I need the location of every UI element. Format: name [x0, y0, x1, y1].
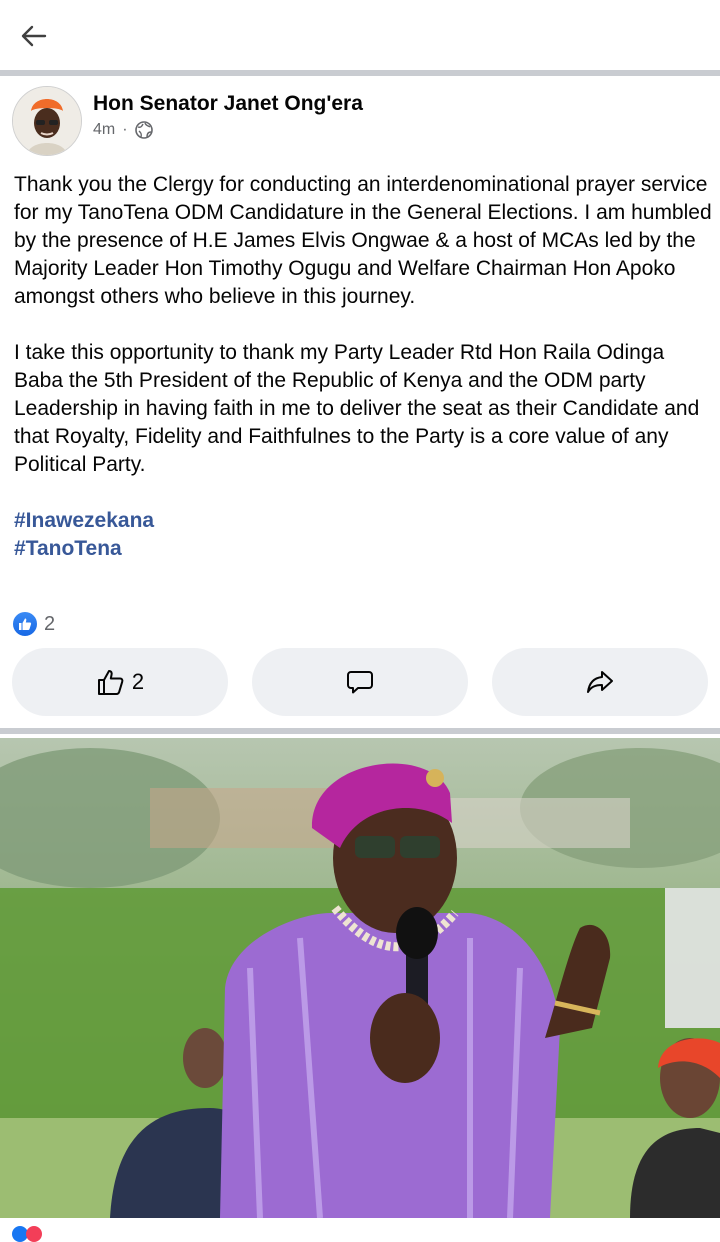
profile-photo: [13, 87, 81, 155]
share-icon: [587, 671, 613, 693]
globe-icon: [134, 121, 153, 139]
meta-separator: ·: [122, 121, 128, 138]
comment-button[interactable]: [252, 648, 468, 716]
reaction-summary[interactable]: 2: [12, 611, 55, 637]
post-paragraph: Thank you the Clergy for conducting an i…: [14, 173, 712, 308]
avatar[interactable]: [12, 86, 82, 156]
photo-illustration: [0, 738, 720, 1218]
comment-icon: [347, 671, 373, 694]
post-time: 4m: [93, 121, 116, 138]
top-bar: [0, 0, 720, 70]
reaction-count: 2: [44, 612, 56, 635]
post-paragraph: I take this opportunity to thank my Part…: [14, 341, 700, 476]
like-count: 2: [131, 669, 145, 694]
post-body: Thank you the Clergy for conducting an i…: [14, 171, 714, 563]
arrow-left-icon: [21, 25, 47, 47]
post-header: Hon Senator Janet Ong'era 4m ·: [0, 80, 720, 160]
divider: [0, 728, 720, 734]
divider: [0, 70, 720, 76]
hashtag-link[interactable]: #Inawezekana: [14, 507, 714, 535]
author-name[interactable]: Hon Senator Janet Ong'era: [93, 92, 363, 116]
love-reaction-icon: [26, 1226, 42, 1242]
back-button[interactable]: [16, 18, 52, 54]
post-photo[interactable]: [0, 738, 720, 1218]
action-bar: 2: [12, 648, 708, 716]
next-reaction-strip: [0, 1218, 720, 1242]
share-button[interactable]: [492, 648, 708, 716]
like-reaction-icon: [12, 611, 38, 637]
hashtag-link[interactable]: #TanoTena: [14, 535, 714, 563]
like-button[interactable]: 2: [12, 648, 228, 716]
thumbs-up-icon: [97, 670, 124, 695]
post-meta: 4m ·: [93, 121, 153, 139]
